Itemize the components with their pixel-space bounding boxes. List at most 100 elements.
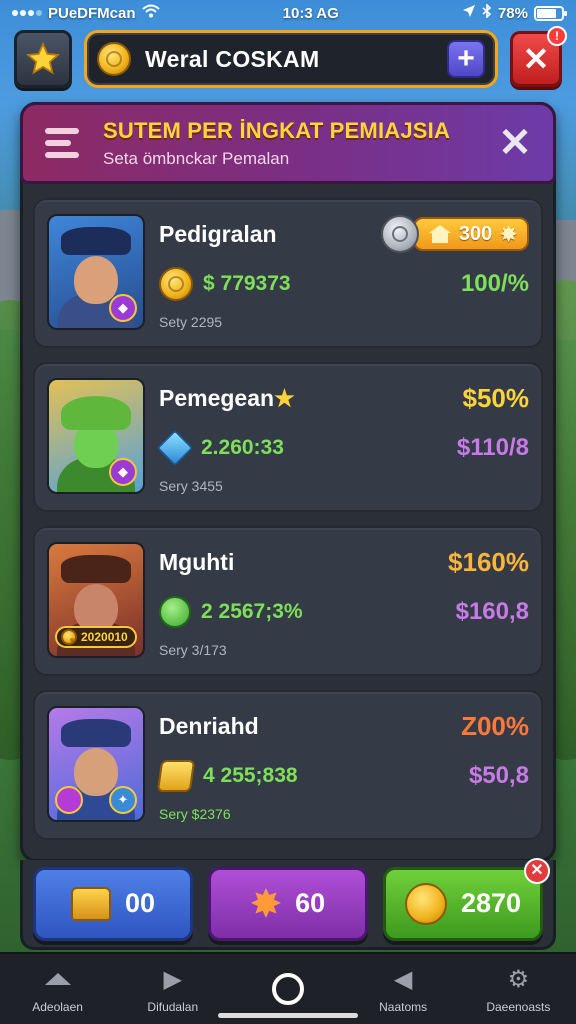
panel-header: SUTEM PER İNGKAT PEMIAJSIA Seta ömbnckar… [20, 102, 556, 184]
sword-badge-icon: ✦ [109, 786, 137, 814]
chest-icon [70, 886, 111, 921]
coins-button[interactable]: 2870 ✕ [383, 857, 550, 941]
bluetooth-icon [482, 3, 492, 22]
score-value: 4 255;838 [203, 764, 298, 787]
score-value: 2 2567;3% [201, 600, 303, 623]
notification-badge: ! [547, 26, 567, 46]
status-left: PUeDFMcan [12, 4, 160, 22]
status-right: 78% [462, 3, 567, 22]
coin-icon [97, 42, 131, 76]
list-item[interactable]: ◆ Pemegean★ $50% 2.260:33 $110/8 Sery 34… [33, 362, 543, 512]
play-icon: ▶ [163, 965, 183, 993]
top-percent: $50% [462, 382, 530, 413]
panel-title: SUTEM PER İNGKAT PEMIAJSIA [103, 117, 451, 143]
sub-stat: Sery 3455 [159, 478, 223, 494]
player-title-bar: Weral COSKAM + [84, 30, 498, 88]
menu-icon[interactable] [37, 118, 87, 168]
list-item[interactable]: ◆ Pedigralan 300 ✸ $ 779373 100/% Sety 2… [33, 198, 543, 348]
chest-button[interactable]: 00 [33, 866, 193, 941]
gems-count: 60 [295, 888, 326, 918]
avatar: ◆ [47, 214, 145, 330]
coin-icon [159, 267, 193, 301]
emerald-icon [159, 596, 191, 628]
percent-value: 100/% [460, 270, 529, 297]
badge-text: 2020010 [81, 630, 128, 644]
panel-subtitle: Seta ömbnckar Pemalan [103, 148, 290, 168]
player-name: Pedigralan [159, 220, 277, 247]
coins-count: 2870 [460, 888, 522, 918]
score-value: 2.260:33 [201, 436, 284, 459]
star-icon: ★ [274, 384, 295, 411]
house-icon [428, 225, 451, 243]
panel-close-button[interactable]: ✕ [491, 119, 539, 167]
bottom-navigation: Adeolaen ▶ Difudalan ◀ Naatoms ⚙ Daeenoa… [0, 952, 576, 1024]
coin-icon [61, 629, 77, 645]
battery-fill [536, 8, 556, 18]
card-info: Pedigralan 300 ✸ $ 779373 100/% Sety 229… [159, 214, 529, 330]
favorites-button[interactable] [14, 30, 72, 88]
sub-stat: Sery 3/173 [159, 642, 227, 658]
card-info: Denriahd Z00% 4 255;838 $50,8 Sery $2376 [156, 706, 529, 822]
list-item[interactable]: ✦ Denriahd Z00% 4 255;838 $50,8 Sery $23… [33, 690, 543, 840]
coin-badge: 2020010 [55, 626, 137, 648]
nav-item-settings[interactable]: ⚙ Daeenoasts [468, 964, 568, 1015]
header-texts: SUTEM PER İNGKAT PEMIAJSIA Seta ömbnckar… [103, 118, 475, 169]
tag-icon: ◀ [393, 965, 413, 993]
close-button[interactable]: ✕ ! [510, 26, 567, 87]
reward-value: 300 [458, 222, 493, 245]
rank-badge-icon: ◆ [109, 294, 137, 322]
currency-bar: 00 ✸ 60 2870 ✕ [20, 857, 556, 950]
score-value: $ 779373 [203, 272, 291, 295]
home-indicator [218, 1013, 358, 1018]
signal-icon [12, 10, 42, 16]
home-icon [43, 964, 73, 994]
percent-value: $110/8 [456, 434, 529, 461]
card-info: Mguhti $160% 2 2567;3% $160,8 Sery 3/173 [159, 542, 529, 658]
reward-pill[interactable]: 300 ✸ [380, 215, 529, 253]
settings-icon: ⚙ [507, 965, 530, 993]
top-percent: $160% [448, 546, 529, 577]
close-icon: ✕ [522, 41, 550, 77]
battery-icon [533, 5, 567, 21]
battery-percent: 78% [497, 4, 528, 22]
nav-item-center[interactable] [238, 973, 338, 1005]
nav-label: Naatoms [379, 1000, 428, 1014]
diamond-icon [156, 429, 194, 467]
location-icon [462, 4, 476, 22]
wifi-icon [141, 4, 160, 22]
sub-stat: Sery $2376 [159, 806, 231, 822]
nav-item-play[interactable]: ▶ Difudalan [123, 964, 223, 1015]
add-button[interactable]: + [447, 40, 485, 78]
gems-button[interactable]: ✸ 60 [208, 866, 368, 941]
status-bar: PUeDFMcan 10:3 AG 78% [0, 0, 576, 26]
avatar: ◆ [47, 378, 145, 494]
carrier-name: PUeDFMcan [48, 4, 136, 22]
nav-item-home[interactable]: Adeolaen [8, 964, 108, 1014]
status-time: 10:3 AG [282, 4, 339, 22]
player-name: Pemegean★ [159, 384, 295, 411]
rank-badge-icon [55, 786, 83, 814]
gems-icon: ✸ [250, 882, 282, 924]
nav-item-tags[interactable]: ◀ Naatoms [353, 964, 453, 1015]
star-icon: ✸ [500, 223, 517, 246]
nav-label: Adeolaen [32, 1000, 83, 1014]
leaderboard-list: ◆ Pedigralan 300 ✸ $ 779373 100/% Sety 2… [23, 184, 553, 840]
chest-count: 00 [124, 888, 156, 918]
list-item[interactable]: 2020010 Mguhti $160% 2 2567;3% $160,8 Se… [33, 526, 543, 676]
rank-badge-icon: ◆ [109, 458, 137, 486]
nav-label: Difudalan [147, 1000, 199, 1014]
player-name: Denriahd [159, 712, 259, 739]
game-title: Weral COSKAM [145, 45, 320, 72]
gold-bar-icon [156, 760, 196, 792]
leaderboard-panel: SUTEM PER İNGKAT PEMIAJSIA Seta ömbnckar… [20, 102, 556, 862]
error-badge-icon: ✕ [524, 857, 550, 884]
player-name: Mguhti [159, 548, 235, 575]
avatar: 2020010 [47, 542, 145, 658]
silver-coin-icon [380, 215, 419, 253]
coin-icon [404, 882, 447, 925]
percent-value: $50,8 [468, 762, 529, 789]
card-info: Pemegean★ $50% 2.260:33 $110/8 Sery 3455 [156, 378, 530, 494]
top-header: Weral COSKAM + ✕ ! [14, 26, 567, 90]
top-percent: Z00% [461, 710, 529, 741]
star-icon [25, 41, 61, 75]
